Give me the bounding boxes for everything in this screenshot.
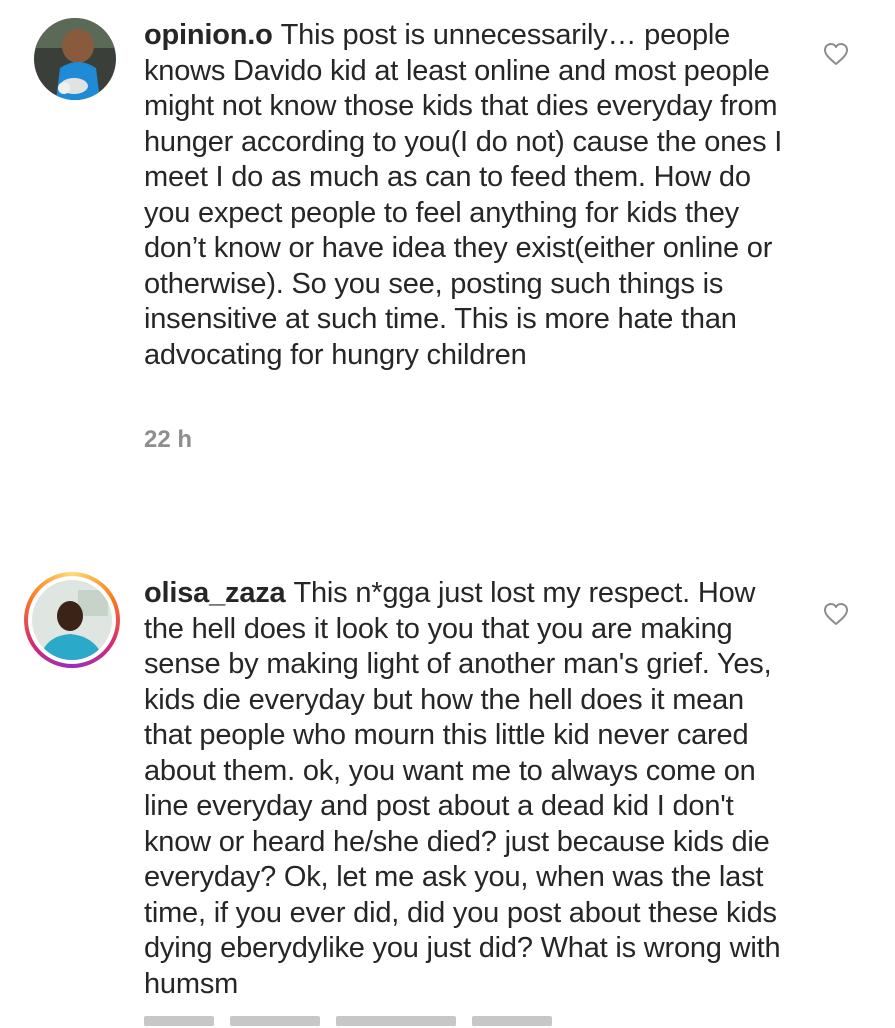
comment-username[interactable]: olisa_zaza: [144, 577, 286, 609]
heart-icon[interactable]: [823, 602, 849, 626]
comment-body: This post is unnecessarily… people knows…: [144, 19, 783, 371]
avatar[interactable]: [34, 18, 116, 100]
comment-text: olisa_zaza This n*gga just lost my respec…: [144, 576, 794, 1002]
clipped-meta-segment: [336, 1016, 456, 1026]
heart-icon[interactable]: [823, 42, 849, 66]
comment-body: This n*gga just lost my respect. How the…: [144, 577, 781, 1000]
clipped-meta-segment: [472, 1016, 552, 1026]
comment-timestamp: 22 h: [144, 426, 193, 453]
avatar-image: [32, 580, 112, 660]
avatar-image: [34, 18, 116, 100]
comment-text: opinion.o This post is unnecessarily… peo…: [144, 18, 794, 373]
clipped-meta-segment: [144, 1016, 214, 1026]
avatar[interactable]: [32, 580, 112, 660]
comment-username[interactable]: opinion.o: [144, 19, 273, 51]
clipped-meta-row: [144, 1016, 564, 1028]
story-ring[interactable]: [24, 572, 120, 668]
clipped-meta-segment: [230, 1016, 320, 1026]
